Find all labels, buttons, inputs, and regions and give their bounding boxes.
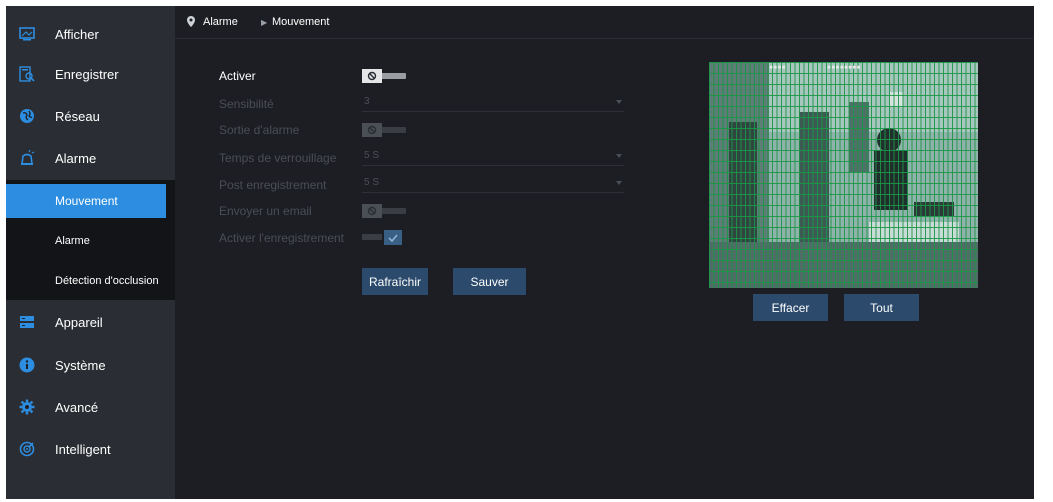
checkmark-icon	[384, 230, 402, 245]
motion-grid-overlay	[709, 62, 978, 288]
post-record-value: 5 S	[364, 177, 380, 188]
sidebar-item-label: Appareil	[55, 314, 103, 330]
latch-time-value: 5 S	[364, 150, 380, 161]
sidebar-item-label: Avancé	[55, 399, 99, 415]
smart-target-icon	[19, 441, 35, 457]
device-drive-icon	[19, 314, 35, 330]
send-email-label: Envoyer un email	[219, 204, 312, 218]
submenu-item-label: Détection d'occlusion	[55, 275, 159, 287]
toggle-off-icon	[362, 123, 382, 137]
latch-time-label: Temps de verrouillage	[219, 151, 337, 165]
record-search-icon	[19, 66, 35, 82]
app-window: Afficher Enregistrer Réseau Alarme Mouve…	[6, 6, 1034, 499]
alarm-out-label: Sortie d'alarme	[219, 123, 300, 137]
submenu-item-occlusion[interactable]: Détection d'occlusion	[6, 264, 166, 298]
sidebar: Afficher Enregistrer Réseau Alarme Mouve…	[6, 6, 175, 499]
checkbox-track	[362, 234, 382, 240]
breadcrumb: Alarme ▶ Mouvement	[175, 6, 1034, 39]
monitor-icon	[19, 26, 35, 42]
alarm-out-toggle[interactable]	[362, 123, 408, 137]
sidebar-item-enregistrer[interactable]: Enregistrer	[6, 53, 175, 95]
breadcrumb-section[interactable]: Alarme	[203, 16, 238, 28]
submenu-item-label: Alarme	[55, 235, 90, 247]
enable-toggle[interactable]	[362, 69, 408, 83]
sidebar-item-label: Enregistrer	[55, 66, 119, 82]
enable-record-checkbox[interactable]	[362, 230, 404, 246]
post-record-label: Post enregistrement	[219, 178, 327, 192]
latch-time-select[interactable]: 5 S	[362, 149, 624, 166]
submenu-item-alarme[interactable]: Alarme	[6, 224, 166, 258]
main-content: Alarme ▶ Mouvement Activer Sensibilité 3…	[175, 6, 1034, 499]
alarm-bell-icon	[19, 150, 35, 166]
select-all-button[interactable]: Tout	[844, 294, 919, 321]
toggle-off-icon	[362, 69, 382, 83]
submenu-item-mouvement[interactable]: Mouvement	[6, 184, 166, 218]
submenu-item-label: Mouvement	[55, 194, 118, 208]
save-button[interactable]: Sauver	[453, 268, 526, 295]
sidebar-item-systeme[interactable]: Système	[6, 344, 175, 386]
info-icon	[19, 357, 35, 373]
chevron-down-icon	[616, 154, 622, 158]
osd-text-right: ▪▪▪▪▪▪▪▪	[827, 63, 861, 71]
post-record-select[interactable]: 5 S	[362, 176, 624, 193]
clear-button[interactable]: Effacer	[753, 294, 828, 321]
sidebar-item-intelligent[interactable]: Intelligent	[6, 428, 175, 470]
sidebar-item-label: Afficher	[55, 26, 99, 42]
sidebar-item-afficher[interactable]: Afficher	[6, 13, 175, 55]
gear-icon	[19, 399, 35, 415]
globe-icon	[19, 108, 35, 124]
alarm-submenu: Mouvement Alarme Détection d'occlusion	[6, 180, 175, 300]
breadcrumb-page: Mouvement	[272, 16, 330, 28]
sidebar-item-avance[interactable]: Avancé	[6, 386, 175, 428]
chevron-right-icon: ▶	[261, 18, 268, 27]
chevron-down-icon	[616, 181, 622, 185]
location-pin-icon	[187, 16, 195, 30]
sidebar-item-label: Alarme	[55, 150, 97, 166]
sensitivity-select[interactable]: 3	[362, 95, 624, 112]
toggle-off-icon	[362, 204, 382, 218]
toggle-track	[380, 208, 406, 214]
sidebar-item-label: Intelligent	[55, 441, 111, 457]
toggle-track	[380, 127, 406, 133]
sensitivity-label: Sensibilité	[219, 97, 274, 111]
enable-label: Activer	[219, 69, 256, 83]
sidebar-item-appareil[interactable]: Appareil	[6, 301, 175, 343]
send-email-toggle[interactable]	[362, 204, 408, 218]
sensitivity-value: 3	[364, 96, 370, 107]
motion-detection-grid[interactable]: ▪▪▪▪ ▪▪▪▪▪▪▪▪	[709, 62, 978, 288]
refresh-button[interactable]: Rafraîchir	[362, 268, 428, 295]
chevron-down-icon	[616, 100, 622, 104]
sidebar-item-label: Système	[55, 357, 106, 373]
sidebar-item-label: Réseau	[55, 108, 100, 124]
osd-text-left: ▪▪▪▪	[769, 63, 786, 71]
sidebar-item-alarme[interactable]: Alarme	[6, 137, 175, 179]
sidebar-item-reseau[interactable]: Réseau	[6, 95, 175, 137]
toggle-track	[380, 73, 406, 79]
enable-record-label: Activer l'enregistrement	[219, 231, 345, 245]
